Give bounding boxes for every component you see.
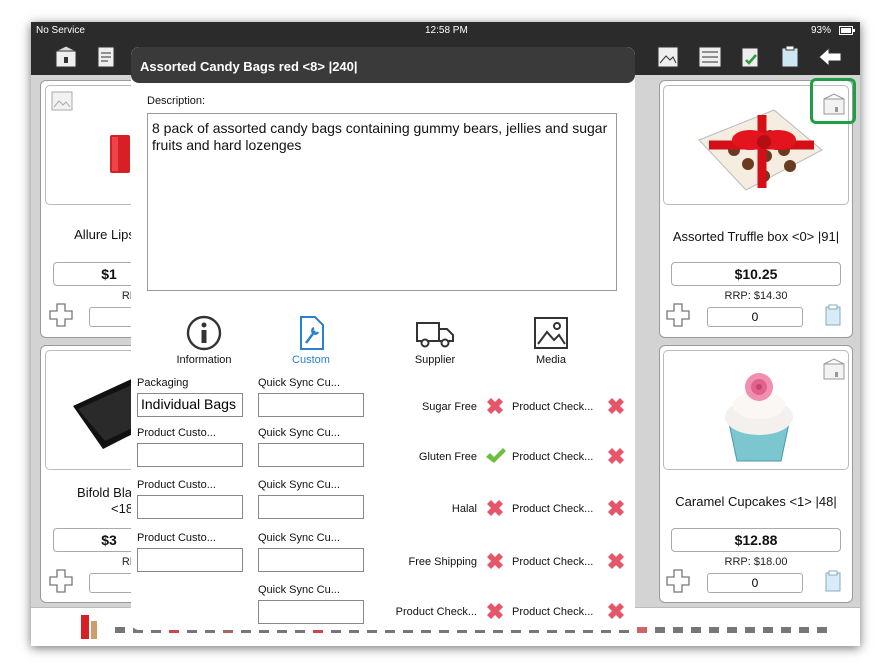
clipboard-icon[interactable]: [824, 570, 842, 592]
clipboard-icon[interactable]: [777, 44, 803, 70]
tab-information[interactable]: Information: [154, 315, 254, 366]
truck-icon: [416, 322, 454, 348]
quick-sync-label: Quick Sync Cu...: [258, 377, 340, 389]
flag-label: Sugar Free: [421, 401, 477, 413]
status-bar: No Service 12:58 PM 93%: [31, 22, 860, 39]
cupcake-image: [725, 373, 793, 462]
box-icon[interactable]: [53, 44, 79, 70]
list-icon[interactable]: [697, 44, 723, 70]
battery-label: 93%: [811, 25, 832, 36]
checklist-icon[interactable]: [737, 44, 763, 70]
description-textarea[interactable]: 8 pack of assorted candy bags containing…: [147, 113, 617, 291]
gallery-icon[interactable]: [51, 91, 75, 113]
rrp-label: RRP: $18.00: [724, 556, 788, 568]
product-custom-field[interactable]: [137, 548, 243, 572]
add-icon[interactable]: [666, 569, 690, 593]
flag-label: Gluten Free: [418, 451, 477, 463]
info-icon: [186, 315, 222, 351]
modal-title-bar: Assorted Candy Bags red <8> |240|: [131, 47, 635, 83]
cross-icon[interactable]: [484, 395, 506, 417]
highlight-box: [810, 78, 856, 124]
checkmark-icon[interactable]: [484, 445, 506, 467]
product-check-label: Product Check...: [512, 451, 594, 463]
product-detail-modal: Assorted Candy Bags red <8> |240| Descri…: [131, 47, 635, 630]
lipstick-image: [110, 135, 130, 173]
product-image-frame: [663, 350, 849, 470]
product-check-label: Product Check...: [512, 606, 594, 618]
product-name: Assorted Truffle box <0> |91|: [672, 229, 840, 244]
product-custom-label: Product Custo...: [137, 479, 216, 491]
tab-label: Custom: [292, 354, 330, 366]
cross-icon[interactable]: [484, 600, 506, 622]
cross-icon[interactable]: [605, 445, 627, 467]
tab-label: Supplier: [414, 354, 456, 366]
cross-icon[interactable]: [484, 497, 506, 519]
tab-label: Information: [176, 354, 232, 366]
quantity-field[interactable]: 0: [707, 307, 803, 327]
cross-icon[interactable]: [605, 395, 627, 417]
image-icon: [534, 317, 568, 349]
description-label: Description:: [147, 95, 206, 107]
product-custom-label: Product Custo...: [137, 427, 216, 439]
price-box[interactable]: $12.88: [671, 528, 841, 552]
quick-sync-field[interactable]: [258, 495, 364, 519]
flag-label: Halal: [451, 503, 477, 515]
quantity-field[interactable]: 0: [707, 573, 803, 593]
carrier-label: No Service: [36, 25, 85, 36]
modal-title: Assorted Candy Bags red <8> |240|: [140, 59, 358, 74]
quick-sync-label: Quick Sync Cu...: [258, 427, 340, 439]
cross-icon[interactable]: [484, 550, 506, 572]
cross-icon[interactable]: [605, 550, 627, 572]
packaging-label: Packaging: [137, 377, 189, 389]
product-custom-field[interactable]: [137, 495, 243, 519]
clipboard-icon[interactable]: [824, 304, 842, 326]
tab-media[interactable]: Media: [501, 315, 601, 366]
back-arrow-icon[interactable]: [817, 44, 843, 70]
flag-label: Product Check...: [395, 606, 477, 618]
truffle-box-image: [698, 109, 823, 191]
quick-sync-field[interactable]: [258, 548, 364, 572]
quick-sync-field[interactable]: [258, 393, 364, 417]
product-check-label: Product Check...: [512, 401, 594, 413]
gallery-icon[interactable]: [655, 44, 681, 70]
product-custom-label: Product Custo...: [137, 532, 216, 544]
product-check-label: Product Check...: [512, 503, 594, 515]
quick-sync-label: Quick Sync Cu...: [258, 479, 340, 491]
quick-sync-label: Quick Sync Cu...: [258, 532, 340, 544]
tab-supplier[interactable]: Supplier: [385, 315, 485, 366]
battery-icon: [839, 26, 855, 35]
clock: 12:58 PM: [425, 25, 468, 36]
notes-icon[interactable]: [93, 44, 119, 70]
product-check-label: Product Check...: [512, 556, 594, 568]
box-icon[interactable]: [822, 357, 846, 381]
product-card[interactable]: Caramel Cupcakes <1> |48| $12.88 RRP: $1…: [659, 345, 853, 603]
add-icon[interactable]: [49, 303, 73, 327]
product-name: Caramel Cupcakes <1> |48|: [675, 494, 837, 509]
tab-label: Media: [536, 354, 566, 366]
rrp-label: RRP: $14.30: [724, 290, 788, 302]
product-custom-field[interactable]: [137, 443, 243, 467]
packaging-field[interactable]: Individual Bags: [137, 393, 243, 417]
price-box[interactable]: $10.25: [671, 262, 841, 286]
custom-doc-icon: [300, 316, 324, 350]
cross-icon[interactable]: [605, 497, 627, 519]
quick-sync-field[interactable]: [258, 443, 364, 467]
flag-label: Free Shipping: [408, 556, 478, 568]
tab-custom[interactable]: Custom: [261, 315, 361, 366]
quick-sync-label: Quick Sync Cu...: [258, 584, 340, 596]
add-icon[interactable]: [666, 303, 690, 327]
quick-sync-field[interactable]: [258, 600, 364, 624]
add-icon[interactable]: [49, 569, 73, 593]
cross-icon[interactable]: [605, 600, 627, 622]
